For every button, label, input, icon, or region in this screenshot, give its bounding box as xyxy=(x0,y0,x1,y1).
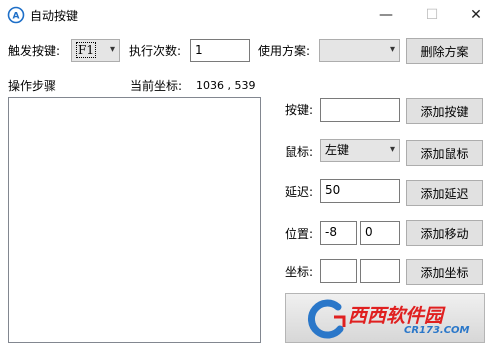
steps-label: 操作步骤 xyxy=(8,79,57,93)
scheme-select[interactable]: ▾ xyxy=(319,39,400,62)
chevron-down-icon: ▾ xyxy=(389,44,395,55)
mouse-select[interactable]: 左键 ▾ xyxy=(320,139,400,162)
delay-input[interactable]: 50 xyxy=(320,179,400,203)
add-mouse-button[interactable]: 添加鼠标 xyxy=(406,140,483,166)
add-key-button-label: 添加按键 xyxy=(420,104,469,119)
key-label: 按键: xyxy=(285,103,314,117)
maximize-icon: ☐ xyxy=(425,7,439,23)
close-icon: ✕ xyxy=(470,7,482,23)
coord-label: 坐标: xyxy=(285,265,314,279)
add-key-button[interactable]: 添加按键 xyxy=(406,98,483,124)
trigger-key-select[interactable]: F1 ▾ xyxy=(71,39,120,62)
add-move-button[interactable]: 添加移动 xyxy=(406,220,483,246)
steps-list[interactable] xyxy=(8,97,261,343)
add-coord-button-label: 添加坐标 xyxy=(420,265,469,280)
trigger-key-label: 触发按键: xyxy=(8,44,61,58)
position-label: 位置: xyxy=(285,227,314,241)
add-delay-button-label: 添加延迟 xyxy=(420,186,469,201)
exec-count-label: 执行次数: xyxy=(129,44,182,58)
current-coord-label: 当前坐标: xyxy=(130,79,183,93)
exec-count-input[interactable]: 1 xyxy=(190,39,250,62)
current-coord-value: 1036 , 539 xyxy=(196,79,256,92)
mouse-value: 左键 xyxy=(325,143,350,157)
maximize-button[interactable]: ☐ xyxy=(412,0,452,30)
minimize-icon: — xyxy=(379,7,393,23)
delete-scheme-button-label: 删除方案 xyxy=(420,44,469,59)
app-icon: A xyxy=(7,6,25,24)
mouse-label: 鼠标: xyxy=(285,145,314,159)
coord-x-input[interactable] xyxy=(320,259,357,283)
add-coord-button[interactable]: 添加坐标 xyxy=(406,259,483,285)
position-x-input[interactable]: -8 xyxy=(320,221,357,245)
title-bar: A 自动按键 — ☐ ✕ xyxy=(0,0,496,30)
add-move-button-label: 添加移动 xyxy=(420,226,469,241)
add-delay-button[interactable]: 添加延迟 xyxy=(406,180,483,206)
scheme-label: 使用方案: xyxy=(258,44,311,58)
key-input[interactable] xyxy=(320,98,400,122)
watermark-panel: 西西软件园 CR173.COM xyxy=(285,293,485,343)
watermark-url: CR173.COM xyxy=(404,325,470,336)
minimize-button[interactable]: — xyxy=(366,0,406,30)
chevron-down-icon: ▾ xyxy=(109,44,115,55)
watermark-logo-icon xyxy=(307,299,346,339)
trigger-key-value: F1 xyxy=(76,42,96,58)
svg-text:A: A xyxy=(13,12,20,22)
chevron-down-icon: ▾ xyxy=(389,144,395,155)
watermark-brand: 西西软件园 xyxy=(348,305,444,327)
position-y-input[interactable]: 0 xyxy=(360,221,400,245)
window-title: 自动按键 xyxy=(30,9,79,23)
delay-label: 延迟: xyxy=(285,185,314,199)
delete-scheme-button[interactable]: 删除方案 xyxy=(406,38,483,64)
coord-y-input[interactable] xyxy=(360,259,400,283)
close-button[interactable]: ✕ xyxy=(456,0,496,30)
add-mouse-button-label: 添加鼠标 xyxy=(420,146,469,161)
